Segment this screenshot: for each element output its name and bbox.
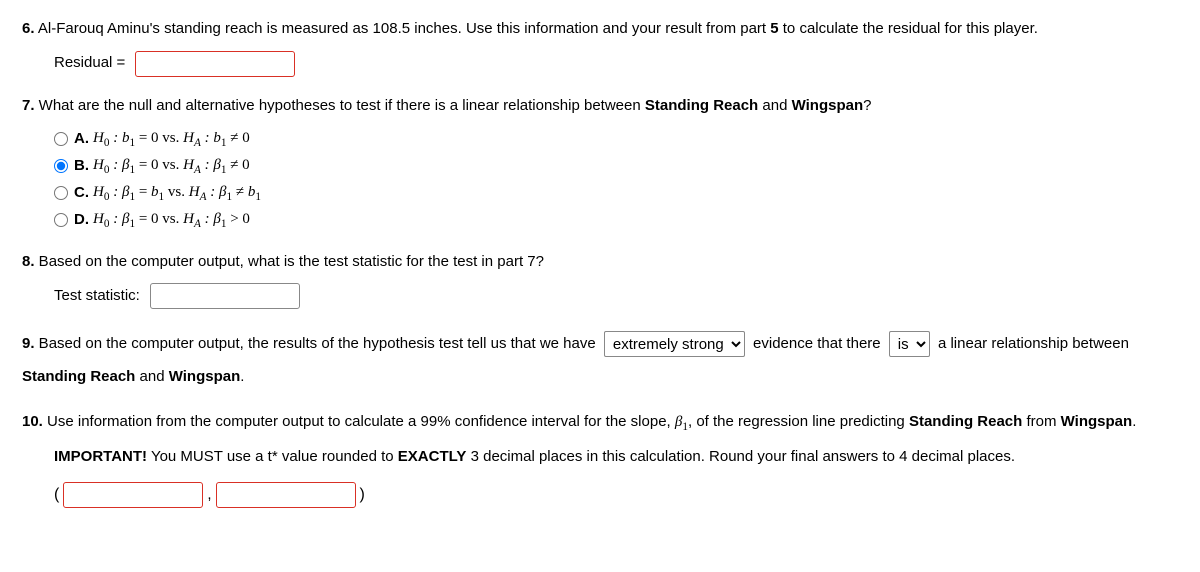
- q10-beta: β1: [675, 414, 688, 430]
- close-paren: ): [360, 483, 365, 507]
- q6-text: 6. Al-Farouq Aminu's standing reach is m…: [22, 18, 1178, 41]
- q7-letter-a: A.: [74, 128, 89, 151]
- question-6: 6. Al-Farouq Aminu's standing reach is m…: [22, 18, 1178, 77]
- question-10: 10. Use information from the computer ou…: [22, 411, 1178, 508]
- q7-text-b: and: [758, 97, 791, 114]
- q7-option-a[interactable]: A. H0 : b1 = 0 vs. HA : b1 ≠ 0: [54, 127, 1178, 152]
- q10-important-label: IMPORTANT!: [54, 448, 147, 465]
- q9-text-b: evidence that there: [753, 335, 885, 352]
- q10-number: 10.: [22, 413, 43, 430]
- q8-number: 8.: [22, 253, 35, 270]
- q8-text: Based on the computer output, what is th…: [35, 253, 544, 270]
- test-statistic-input[interactable]: [150, 283, 300, 309]
- ci-comma: ,: [207, 484, 211, 507]
- q6-text-a: Al-Farouq Aminu's standing reach is meas…: [35, 20, 771, 37]
- q6-part-ref: 5: [770, 20, 778, 37]
- q9-text-a: Based on the computer output, the result…: [35, 335, 600, 352]
- q8-text-row: 8. Based on the computer output, what is…: [22, 251, 1178, 274]
- q10-ci-row: ( , ): [54, 482, 1178, 508]
- q10-text-row: 10. Use information from the computer ou…: [22, 411, 1178, 436]
- q9-number: 9.: [22, 335, 35, 352]
- q8-input-row: Test statistic:: [54, 283, 1178, 309]
- evidence-strength-select[interactable]: extremely strong: [604, 331, 745, 357]
- ci-lower-input[interactable]: [63, 482, 203, 508]
- q9-text-c: a linear relationship between: [938, 335, 1129, 352]
- residual-input[interactable]: [135, 51, 295, 77]
- q10-important-a: You MUST use a t* value rounded to: [147, 448, 398, 465]
- q7-bold2: Wingspan: [792, 97, 864, 114]
- q8-label: Test statistic:: [54, 285, 140, 308]
- q7-math-d: H0 : β1 = 0 vs. HA : β1 > 0: [93, 208, 250, 233]
- q7-number: 7.: [22, 97, 35, 114]
- q10-bold1: Standing Reach: [909, 413, 1022, 430]
- q7-letter-c: C.: [74, 182, 89, 205]
- q7-options: A. H0 : b1 = 0 vs. HA : b1 ≠ 0 B. H0 : β…: [54, 127, 1178, 233]
- q9-text-row: 9. Based on the computer output, the res…: [22, 335, 1129, 385]
- ci-upper-input[interactable]: [216, 482, 356, 508]
- q7-option-c[interactable]: C. H0 : β1 = b1 vs. HA : β1 ≠ b1: [54, 181, 1178, 206]
- q7-math-c: H0 : β1 = b1 vs. HA : β1 ≠ b1: [93, 181, 261, 206]
- q7-radio-c[interactable]: [54, 186, 68, 200]
- q9-text-e: .: [240, 368, 244, 385]
- q10-bold2: Wingspan: [1061, 413, 1133, 430]
- q10-text-a: Use information from the computer output…: [43, 413, 675, 430]
- q10-text-d: .: [1132, 413, 1136, 430]
- question-9: 9. Based on the computer output, the res…: [22, 327, 1178, 393]
- q10-important-b: 3 decimal places in this calculation. Ro…: [466, 448, 1015, 465]
- q7-radio-b[interactable]: [54, 159, 68, 173]
- q7-text-a: What are the null and alternative hypoth…: [35, 97, 645, 114]
- q6-number: 6.: [22, 20, 35, 37]
- q7-bold1: Standing Reach: [645, 97, 758, 114]
- q7-math-b: H0 : β1 = 0 vs. HA : β1 ≠ 0: [93, 154, 250, 179]
- q6-label: Residual =: [54, 52, 125, 75]
- q7-radio-d[interactable]: [54, 213, 68, 227]
- q7-letter-b: B.: [74, 155, 89, 178]
- open-paren: (: [54, 483, 59, 507]
- q7-math-a: H0 : b1 = 0 vs. HA : b1 ≠ 0: [93, 127, 250, 152]
- q7-radio-a[interactable]: [54, 132, 68, 146]
- q10-text-b: , of the regression line predicting: [688, 413, 909, 430]
- q7-option-d[interactable]: D. H0 : β1 = 0 vs. HA : β1 > 0: [54, 208, 1178, 233]
- q9-text-d: and: [135, 368, 168, 385]
- q9-bold2: Wingspan: [169, 368, 241, 385]
- q7-text-c: ?: [863, 97, 871, 114]
- q6-text-b: to calculate the residual for this playe…: [779, 20, 1038, 37]
- q7-option-b[interactable]: B. H0 : β1 = 0 vs. HA : β1 ≠ 0: [54, 154, 1178, 179]
- q6-input-row: Residual =: [54, 51, 1178, 77]
- q7-letter-d: D.: [74, 209, 89, 232]
- q7-text: 7. What are the null and alternative hyp…: [22, 95, 1178, 118]
- question-8: 8. Based on the computer output, what is…: [22, 251, 1178, 310]
- q10-important: IMPORTANT! You MUST use a t* value round…: [54, 446, 1178, 469]
- q9-bold1: Standing Reach: [22, 368, 135, 385]
- q10-important-bold: EXACTLY: [398, 448, 467, 465]
- q10-text-c: from: [1022, 413, 1060, 430]
- evidence-is-select[interactable]: is: [889, 331, 930, 357]
- question-7: 7. What are the null and alternative hyp…: [22, 95, 1178, 233]
